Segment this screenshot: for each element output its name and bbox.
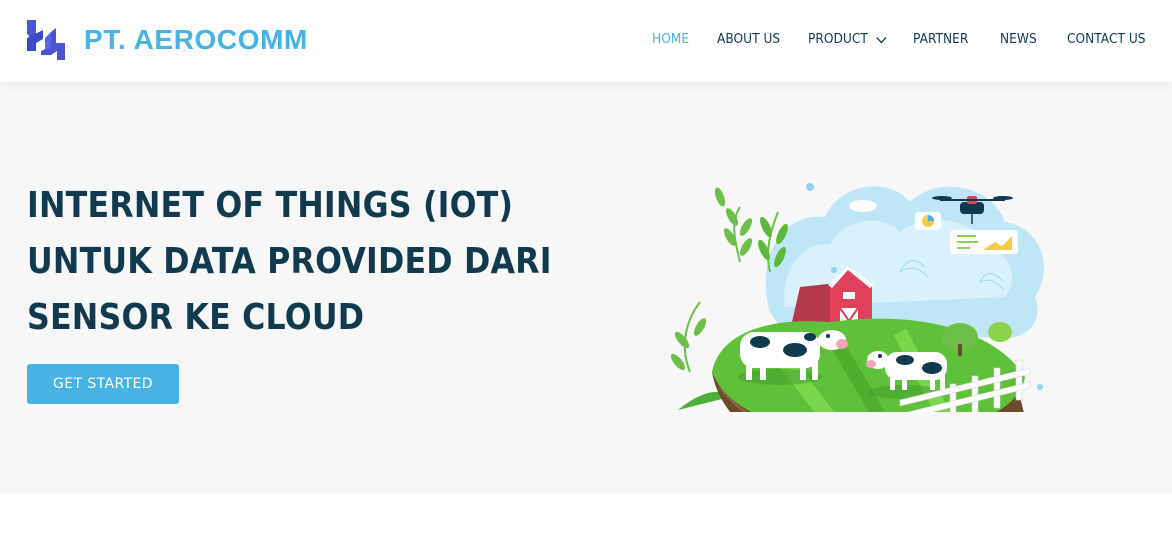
main-nav: HOME ABOUT US PRODUCT PARTNER NEWS CONTA…: [0, 30, 1172, 50]
site-header: PT. AEROCOMM HOME ABOUT US PRODUCT PARTN…: [0, 0, 1172, 82]
nav-item-contact-us[interactable]: CONTACT US: [1067, 30, 1146, 50]
nav-item-partner[interactable]: PARTNER: [913, 30, 968, 50]
nav-item-home[interactable]: HOME: [652, 30, 689, 50]
pie-chart-card-icon: [915, 212, 941, 230]
nav-item-about-us[interactable]: ABOUT US: [717, 30, 780, 50]
hero-section: INTERNET OF THINGS (IOT) UNTUK DATA PROV…: [0, 82, 1172, 493]
chevron-down-icon: [875, 36, 887, 43]
nav-item-product[interactable]: PRODUCT: [808, 30, 887, 50]
hero-title: INTERNET OF THINGS (IOT) UNTUK DATA PROV…: [27, 178, 552, 346]
smart-farm-iot-illustration: [670, 183, 1044, 412]
analytics-card-icon: [950, 230, 1018, 254]
content-section: [0, 493, 1172, 542]
hero-title-line-2: UNTUK DATA PROVIDED DARI: [27, 241, 552, 282]
get-started-button[interactable]: GET STARTED: [27, 364, 179, 404]
hero-title-line-1: INTERNET OF THINGS (IOT): [27, 185, 514, 226]
hero-title-line-3: SENSOR KE CLOUD: [27, 297, 365, 338]
nav-item-news[interactable]: NEWS: [1000, 30, 1037, 50]
cloud-icon: [849, 200, 877, 212]
nav-item-product-label: PRODUCT: [808, 32, 868, 47]
